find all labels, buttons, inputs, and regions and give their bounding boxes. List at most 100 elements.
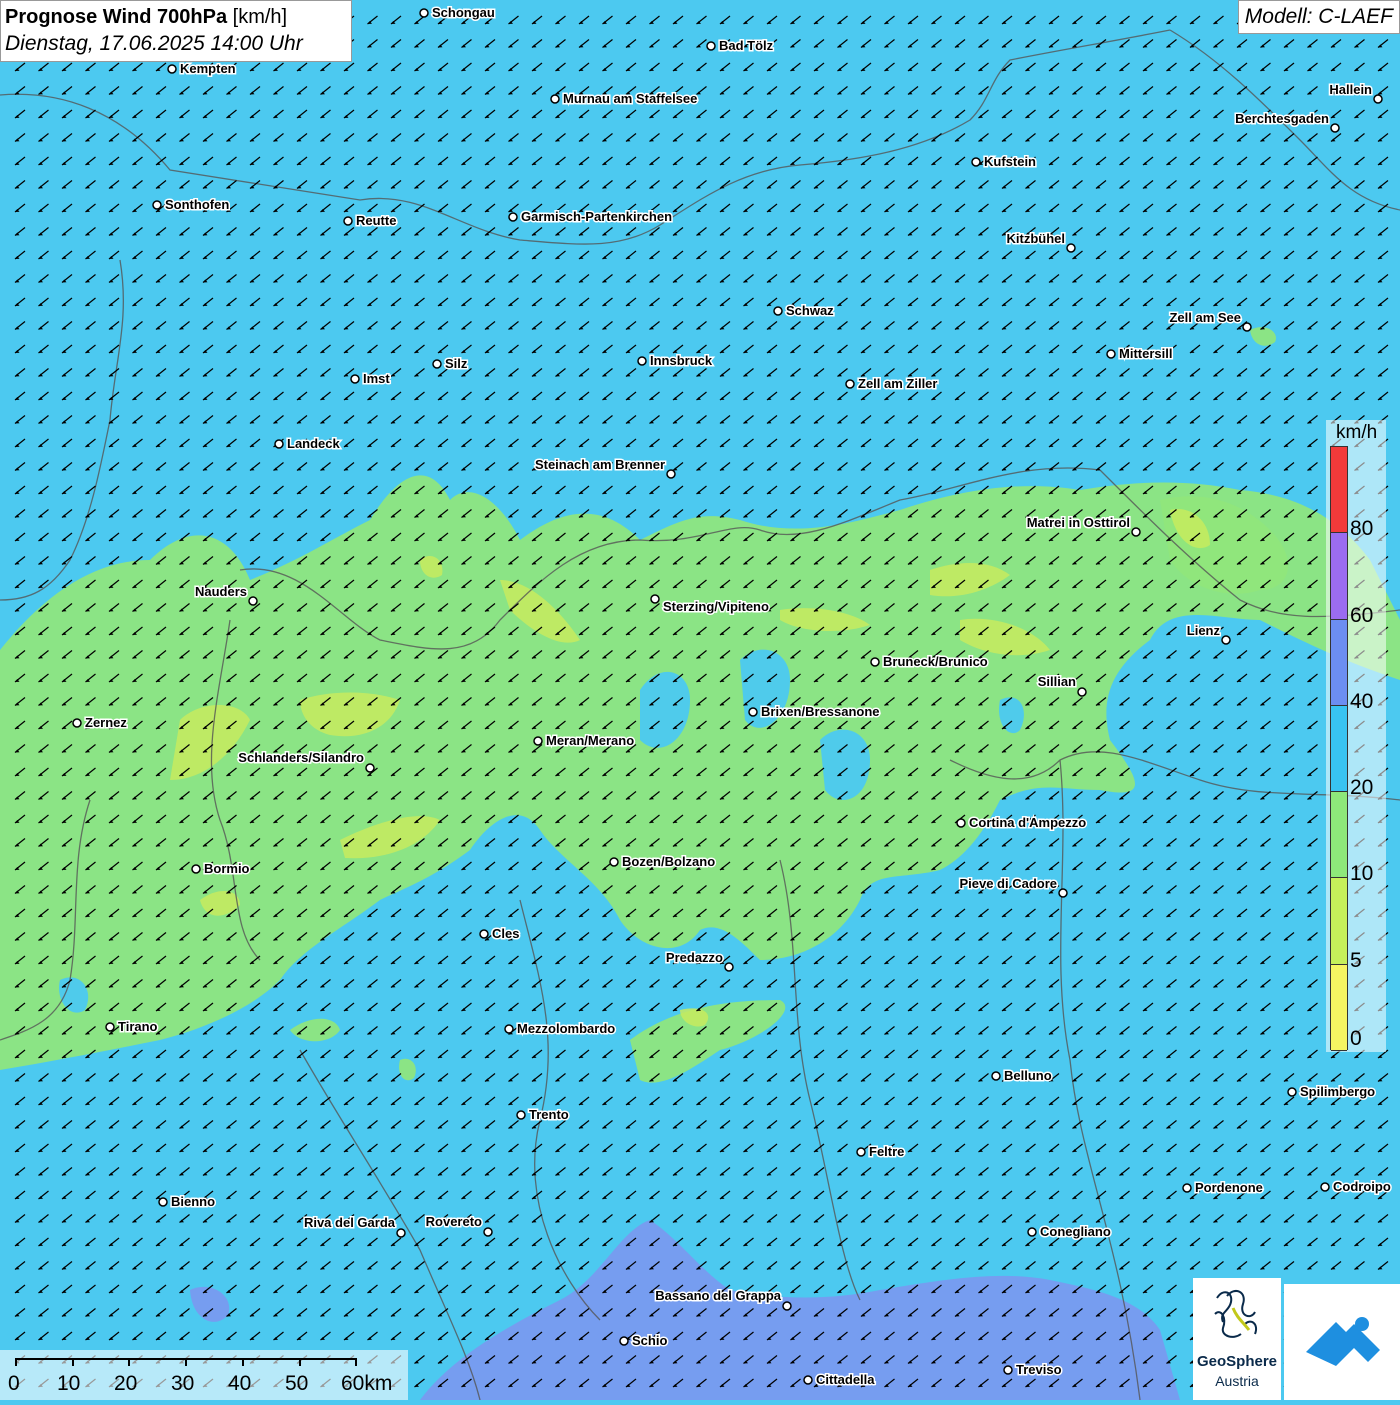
scale-tick: [185, 1358, 187, 1366]
city-label: Murnau am Staffelsee: [563, 91, 697, 106]
city-dot-icon: [551, 95, 559, 103]
legend-tick-label: 40: [1350, 691, 1373, 713]
title-bold: Prognose Wind 700hPa: [5, 6, 227, 28]
scale-label: 50: [285, 1372, 308, 1396]
color-legend: km/h 806040201050: [1326, 420, 1386, 1052]
city-marker: Conegliano: [1028, 1224, 1111, 1239]
city-dot-icon: [749, 708, 757, 716]
legend-segment: [1331, 620, 1347, 706]
city-label: Sterzing/Vipiteno: [663, 599, 769, 614]
scale-tick: [299, 1358, 301, 1366]
city-label: Schlanders/Silandro: [238, 750, 364, 765]
city-dot-icon: [480, 930, 488, 938]
legend-segment: [1331, 447, 1347, 533]
city-marker: Schongau: [420, 5, 495, 20]
city-label: Cles: [492, 926, 519, 941]
city-label: Zernez: [85, 715, 127, 730]
city-label: Pordenone: [1195, 1180, 1263, 1195]
city-label: Trento: [529, 1107, 569, 1122]
city-dot-icon: [397, 1229, 405, 1237]
scale-bar: 0102030405060km: [0, 1350, 408, 1400]
city-dot-icon: [366, 764, 374, 772]
city-label: Conegliano: [1040, 1224, 1111, 1239]
scale-label: 60km: [341, 1372, 392, 1396]
scale-tick: [242, 1358, 244, 1366]
city-label: Bad Tölz: [719, 38, 774, 53]
city-dot-icon: [534, 737, 542, 745]
city-label: Meran/Merano: [546, 733, 634, 748]
scale-tick: [355, 1358, 357, 1366]
city-marker: Murnau am Staffelsee: [551, 91, 697, 106]
legend-segment: [1331, 965, 1347, 1051]
app-logo: [1284, 1284, 1400, 1400]
legend-segment: [1331, 878, 1347, 964]
city-marker: Bozen/Bolzano: [610, 854, 715, 869]
city-marker: Meran/Merano: [534, 733, 634, 748]
city-dot-icon: [857, 1148, 865, 1156]
city-label: Landeck: [287, 436, 341, 451]
legend-segment: [1331, 533, 1347, 619]
city-dot-icon: [168, 65, 176, 73]
geosphere-text: GeoSphere: [1193, 1353, 1281, 1370]
geosphere-emblem-icon: [1193, 1278, 1281, 1353]
city-dot-icon: [1132, 528, 1140, 536]
scale-label: 20: [114, 1372, 137, 1396]
legend-colorbar: [1330, 446, 1348, 1050]
city-dot-icon: [484, 1228, 492, 1236]
city-dot-icon: [1028, 1228, 1036, 1236]
city-label: Spilimbergo: [1300, 1084, 1375, 1099]
city-label: Schio: [632, 1333, 667, 1348]
scale-tick: [128, 1358, 130, 1366]
city-dot-icon: [1183, 1184, 1191, 1192]
city-dot-icon: [1374, 95, 1382, 103]
city-dot-icon: [1107, 350, 1115, 358]
legend-tick-label: 80: [1350, 518, 1373, 540]
city-dot-icon: [1331, 124, 1339, 132]
city-label: Belluno: [1004, 1068, 1052, 1083]
city-label: Kufstein: [984, 154, 1036, 169]
city-dot-icon: [871, 658, 879, 666]
city-label: Pieve di Cadore: [959, 876, 1057, 891]
city-dot-icon: [774, 307, 782, 315]
city-label: Garmisch-Partenkirchen: [521, 209, 672, 224]
city-dot-icon: [667, 470, 675, 478]
city-dot-icon: [610, 858, 618, 866]
city-label: Cortina d'Ampezzo: [969, 815, 1086, 830]
city-label: Sonthofen: [165, 197, 229, 212]
city-dot-icon: [192, 865, 200, 873]
legend-segment: [1331, 792, 1347, 878]
city-label: Bormio: [204, 861, 250, 876]
city-label: Nauders: [195, 584, 247, 599]
city-dot-icon: [638, 357, 646, 365]
city-dot-icon: [420, 9, 428, 17]
city-dot-icon: [433, 360, 441, 368]
geosphere-logo: GeoSphere Austria: [1193, 1278, 1281, 1400]
scale-tick: [72, 1358, 74, 1366]
title-unit: [km/h]: [233, 6, 287, 28]
city-dot-icon: [1059, 889, 1067, 897]
city-dot-icon: [972, 158, 980, 166]
city-label: Berchtesgaden: [1235, 111, 1329, 126]
city-label: Bruneck/Brunico: [883, 654, 988, 669]
scale-tick: [15, 1358, 17, 1366]
title-line: Prognose Wind 700hPa [km/h]: [5, 4, 347, 30]
city-label: Zell am See: [1169, 310, 1241, 325]
city-marker: Bruneck/Brunico: [871, 654, 988, 669]
city-label: Reutte: [356, 213, 396, 228]
city-label: Bozen/Bolzano: [622, 854, 715, 869]
city-label: Schongau: [432, 5, 495, 20]
city-marker: Cortina d'Ampezzo: [957, 815, 1086, 830]
city-dot-icon: [1321, 1183, 1329, 1191]
city-label: Innsbruck: [650, 353, 713, 368]
city-dot-icon: [707, 42, 715, 50]
city-label: Matrei in Osttirol: [1027, 515, 1130, 530]
scale-line: [15, 1358, 355, 1360]
city-label: Sillian: [1038, 674, 1076, 689]
city-dot-icon: [783, 1302, 791, 1310]
city-label: Rovereto: [426, 1214, 482, 1229]
city-dot-icon: [992, 1072, 1000, 1080]
city-label: Mezzolombardo: [517, 1021, 615, 1036]
city-marker: Spilimbergo: [1288, 1084, 1375, 1099]
city-marker: Zell am Ziller: [846, 376, 937, 391]
city-dot-icon: [804, 1376, 812, 1384]
